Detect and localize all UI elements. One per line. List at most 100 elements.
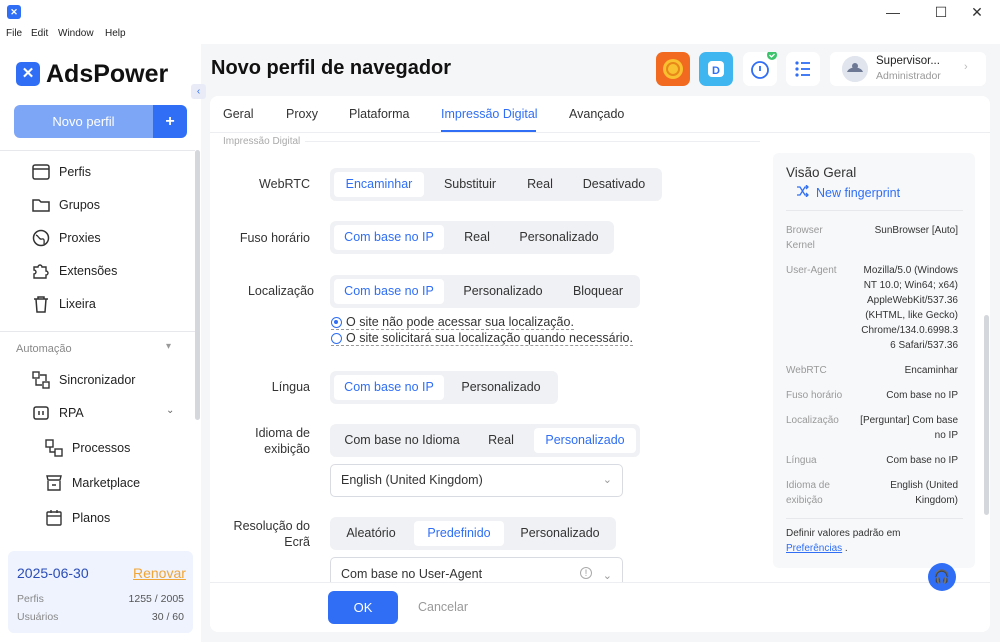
display-language-label: Idioma de xyxy=(255,426,310,440)
radio-unchecked-icon xyxy=(331,332,342,344)
logo: ✕ AdsPower xyxy=(16,60,168,88)
dolphin-app-icon[interactable]: D xyxy=(699,52,733,86)
quick-add-icon[interactable]: + xyxy=(153,105,187,138)
overview-key: exibição xyxy=(786,495,823,506)
overview-value: English (United xyxy=(890,480,958,491)
sidebar-item-sincronizador[interactable]: Sincronizador xyxy=(32,369,135,391)
sidebar-item-planos[interactable]: Planos xyxy=(45,507,110,529)
chevron-down-icon[interactable]: ▾ xyxy=(166,341,171,352)
svg-text:D: D xyxy=(712,65,720,77)
sidebar-item-grupos[interactable]: Grupos xyxy=(32,194,100,216)
menu-help[interactable]: Help xyxy=(105,28,126,39)
overview-key: Kernel xyxy=(786,240,815,251)
overview-key: Idioma de xyxy=(786,480,830,491)
resolution-option-preset[interactable]: Predefinido xyxy=(414,521,504,546)
location-radio-ask[interactable]: O site solicitará sua localização quando… xyxy=(331,331,633,346)
active-tab-indicator xyxy=(441,130,536,132)
chevron-right-icon[interactable]: › xyxy=(964,61,968,73)
overview-value: AppleWebKit/537.36 xyxy=(867,295,958,306)
page-title: Novo perfil de navegador xyxy=(211,57,452,79)
tab-impressao-digital[interactable]: Impressão Digital xyxy=(441,107,538,121)
display-language-label-2: exibição xyxy=(264,442,310,456)
display-language-select[interactable]: English (United Kingdom) ⌄ xyxy=(330,464,623,497)
new-profile-button[interactable]: Novo perfil xyxy=(14,105,153,138)
location-option-block[interactable]: Bloquear xyxy=(560,279,636,304)
stat-label: Perfis xyxy=(17,593,44,605)
display-language-option-idioma[interactable]: Com base no Idioma xyxy=(334,428,470,453)
resolution-option-random[interactable]: Aleatório xyxy=(334,521,408,546)
chevron-down-icon: ⌄ xyxy=(602,570,612,582)
close-button[interactable]: ✕ xyxy=(954,0,1000,24)
ok-button[interactable]: OK xyxy=(328,591,398,624)
user-role: Administrador xyxy=(876,70,941,82)
overview-value: Kingdom) xyxy=(915,495,958,506)
collapse-sidebar-icon[interactable]: ‹ xyxy=(191,84,206,99)
location-radio-deny[interactable]: O site não pode acessar sua localização. xyxy=(331,315,574,330)
language-option-ip[interactable]: Com base no IP xyxy=(334,375,444,400)
location-option-ip[interactable]: Com base no IP xyxy=(334,279,444,304)
new-fingerprint-link[interactable]: New fingerprint xyxy=(796,184,900,200)
menu-file[interactable]: File xyxy=(6,28,22,39)
tab-geral[interactable]: Geral xyxy=(223,107,254,121)
user-name: Supervisor... xyxy=(876,55,940,67)
divider xyxy=(0,150,195,151)
timezone-segmented: Com base no IP Real Personalizado xyxy=(330,221,614,254)
chevron-down-icon[interactable]: ⌄ xyxy=(166,405,174,416)
cancel-button[interactable]: Cancelar xyxy=(418,600,468,614)
sidebar-item-perfis[interactable]: Perfis xyxy=(32,161,91,183)
sync-icon xyxy=(32,371,50,389)
minimize-button[interactable]: — xyxy=(870,0,916,24)
webrtc-segmented: Encaminhar Substituir Real Desativado xyxy=(330,168,662,201)
overview-value: [Perguntar] Com base xyxy=(860,415,958,426)
overview-key: User-Agent xyxy=(786,265,837,276)
resolution-option-custom[interactable]: Personalizado xyxy=(508,521,612,546)
list-icon[interactable] xyxy=(786,52,820,86)
timezone-option-real[interactable]: Real xyxy=(448,225,506,250)
coin-icon[interactable] xyxy=(656,52,690,86)
resolution-label: Resolução do xyxy=(233,519,310,533)
tab-proxy[interactable]: Proxy xyxy=(286,107,318,121)
display-language-option-real[interactable]: Real xyxy=(472,428,530,453)
footer-divider xyxy=(210,582,990,583)
support-headset-icon[interactable]: 🎧 xyxy=(928,563,956,591)
overview-value: SunBrowser [Auto] xyxy=(874,225,958,236)
resolution-segmented: Aleatório Predefinido Personalizado xyxy=(330,517,616,550)
webrtc-option-real[interactable]: Real xyxy=(514,172,566,197)
menu-edit[interactable]: Edit xyxy=(31,28,48,39)
resolution-select[interactable]: Com base no User-Agent ! ⌄ xyxy=(330,557,623,582)
preferences-link[interactable]: Preferências xyxy=(786,543,842,554)
tab-plataforma[interactable]: Plataforma xyxy=(349,107,409,121)
location-option-custom[interactable]: Personalizado xyxy=(448,279,558,304)
info-icon[interactable]: ! xyxy=(580,567,592,579)
overview-value: no IP xyxy=(934,430,958,441)
webrtc-option-encaminhar[interactable]: Encaminhar xyxy=(334,172,424,197)
sidebar-item-marketplace[interactable]: Marketplace xyxy=(45,472,140,494)
app-icon: ✕ xyxy=(7,5,21,19)
divider xyxy=(786,210,963,211)
title-bar xyxy=(0,0,1000,24)
sidebar-item-proxies[interactable]: Proxies xyxy=(32,227,101,249)
overview-value: NT 10.0; Win64; x64) xyxy=(863,280,958,291)
overview-key: Língua xyxy=(786,455,817,466)
renew-link[interactable]: Renovar xyxy=(133,565,186,581)
menu-window[interactable]: Window xyxy=(58,28,94,39)
timezone-option-custom[interactable]: Personalizado xyxy=(508,225,610,250)
sidebar-item-processos[interactable]: Processos xyxy=(45,437,130,459)
language-option-custom[interactable]: Personalizado xyxy=(448,375,554,400)
calendar-icon xyxy=(45,509,63,527)
sidebar-item-lixeira[interactable]: Lixeira xyxy=(32,293,96,315)
sidebar-item-extensoes[interactable]: Extensões xyxy=(32,260,117,282)
tab-avancado[interactable]: Avançado xyxy=(569,107,624,121)
update-icon[interactable] xyxy=(743,50,777,86)
tab-divider xyxy=(210,132,990,133)
sidebar-item-rpa[interactable]: RPA xyxy=(32,402,84,424)
webrtc-option-desativado[interactable]: Desativado xyxy=(570,172,658,197)
resolution-label-2: Ecrã xyxy=(284,535,310,549)
panel-scrollbar[interactable] xyxy=(984,315,989,515)
display-language-option-custom[interactable]: Personalizado xyxy=(534,428,636,453)
browser-window-icon xyxy=(32,163,50,181)
timezone-option-ip[interactable]: Com base no IP xyxy=(334,225,444,250)
sidebar-scrollbar[interactable] xyxy=(195,150,200,420)
trash-icon xyxy=(32,295,50,313)
webrtc-option-substituir[interactable]: Substituir xyxy=(428,172,512,197)
